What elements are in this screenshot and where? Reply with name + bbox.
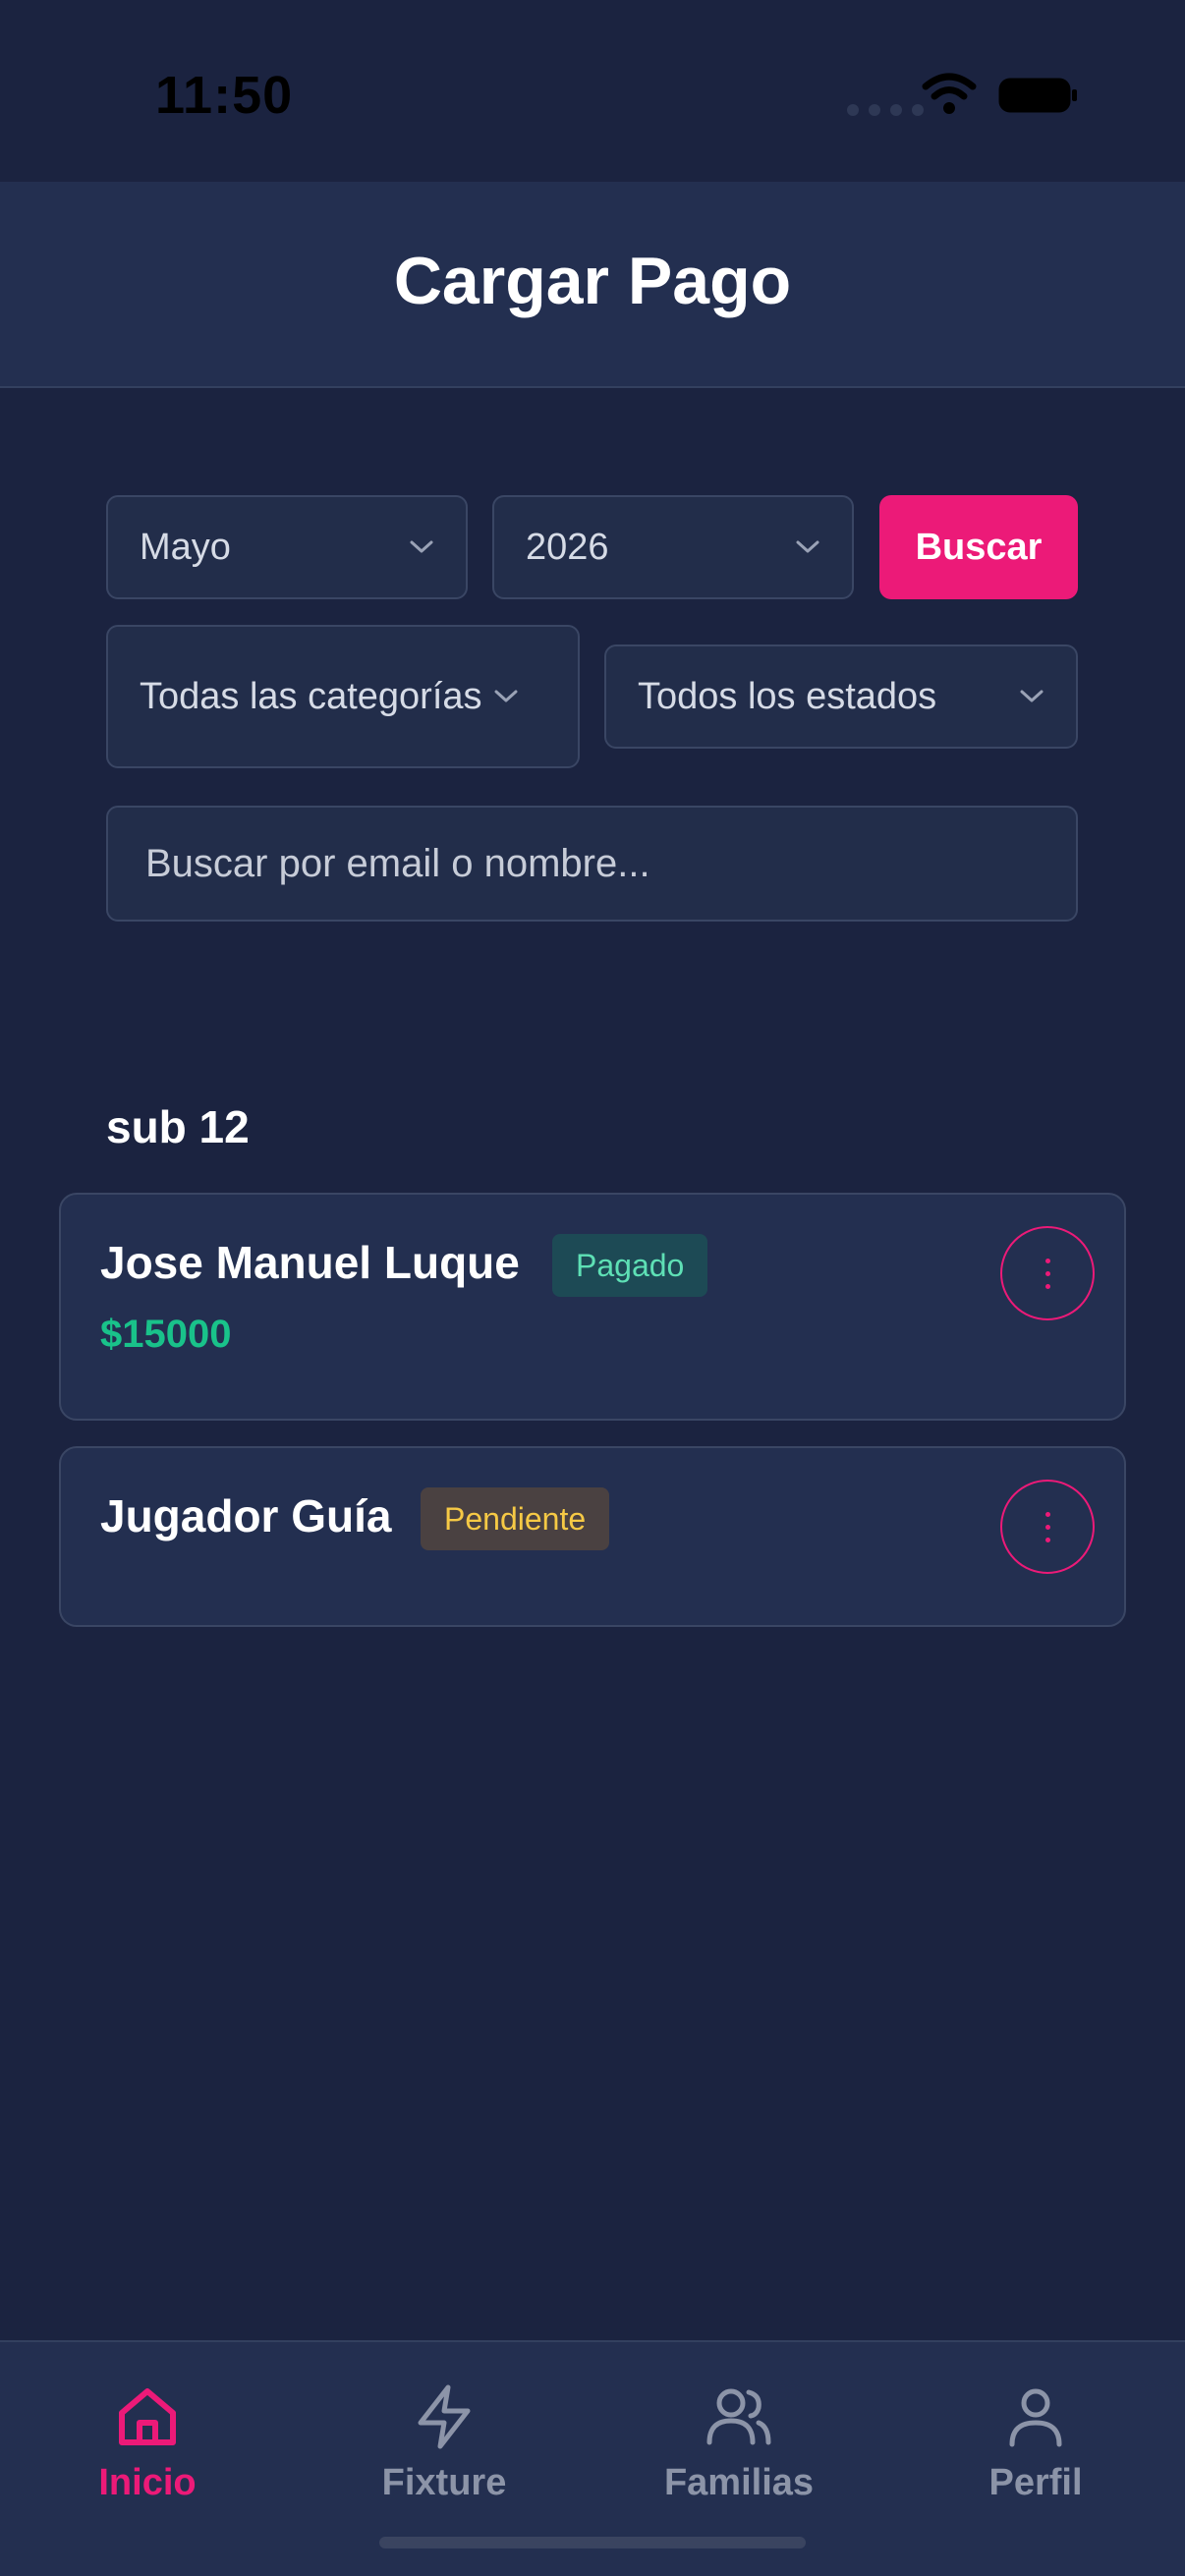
more-vertical-icon — [1044, 1258, 1050, 1263]
users-icon — [706, 2388, 771, 2445]
tab-inicio[interactable]: Inicio — [49, 2381, 246, 2504]
search-button[interactable]: Buscar — [879, 495, 1078, 599]
chevron-down-icon — [494, 690, 518, 702]
home-icon — [119, 2388, 176, 2445]
player-amount: $15000 — [100, 1313, 232, 1356]
chevron-down-icon — [410, 540, 433, 553]
more-options-button[interactable] — [1000, 1480, 1095, 1574]
month-select[interactable]: Mayo — [106, 495, 468, 599]
screen: 11:50 Cargar Pago Mayo 2026 Buscar Todas… — [0, 0, 1185, 2576]
status-bar: 11:50 — [0, 0, 1185, 182]
user-icon — [1009, 2388, 1062, 2447]
search-input[interactable] — [106, 806, 1078, 922]
battery-icon — [998, 78, 1077, 113]
category-select-value: Todas las categorías — [140, 676, 482, 717]
more-vertical-icon — [1044, 1511, 1050, 1517]
bolt-icon — [418, 2384, 471, 2449]
wifi-icon — [922, 73, 977, 114]
player-name: Jose Manuel Luque — [100, 1237, 520, 1288]
year-select-value: 2026 — [526, 527, 609, 568]
status-badge: Pendiente — [421, 1487, 610, 1550]
status-time: 11:50 — [155, 66, 294, 125]
status-select-value: Todos los estados — [638, 676, 937, 717]
player-card[interactable]: Jugador Guía Pendiente — [59, 1446, 1126, 1627]
status-select[interactable]: Todos los estados — [604, 644, 1078, 749]
tab-label: Familias — [663, 2462, 815, 2503]
player-name: Jugador Guía — [100, 1490, 392, 1541]
tab-label: Perfil — [988, 2462, 1083, 2503]
tab-familias[interactable]: Familias — [641, 2381, 837, 2504]
year-select[interactable]: 2026 — [492, 495, 854, 599]
signal-dots-icon — [847, 104, 924, 116]
status-badge: Pagado — [552, 1234, 708, 1297]
tab-label: Fixture — [381, 2462, 507, 2503]
player-card[interactable]: Jose Manuel Luque Pagado $15000 — [59, 1193, 1126, 1421]
home-indicator — [379, 2537, 806, 2548]
tab-perfil[interactable]: Perfil — [937, 2381, 1134, 2504]
chevron-down-icon — [796, 540, 819, 553]
tab-label: Inicio — [98, 2462, 197, 2503]
chevron-down-icon — [1020, 690, 1044, 702]
page-title: Cargar Pago — [393, 244, 792, 318]
month-select-value: Mayo — [140, 527, 231, 568]
category-select[interactable]: Todas las categorías — [106, 625, 580, 768]
header: Cargar Pago — [0, 182, 1185, 388]
section-title: sub 12 — [106, 1101, 250, 1152]
tab-fixture[interactable]: Fixture — [346, 2381, 542, 2504]
more-options-button[interactable] — [1000, 1226, 1095, 1320]
